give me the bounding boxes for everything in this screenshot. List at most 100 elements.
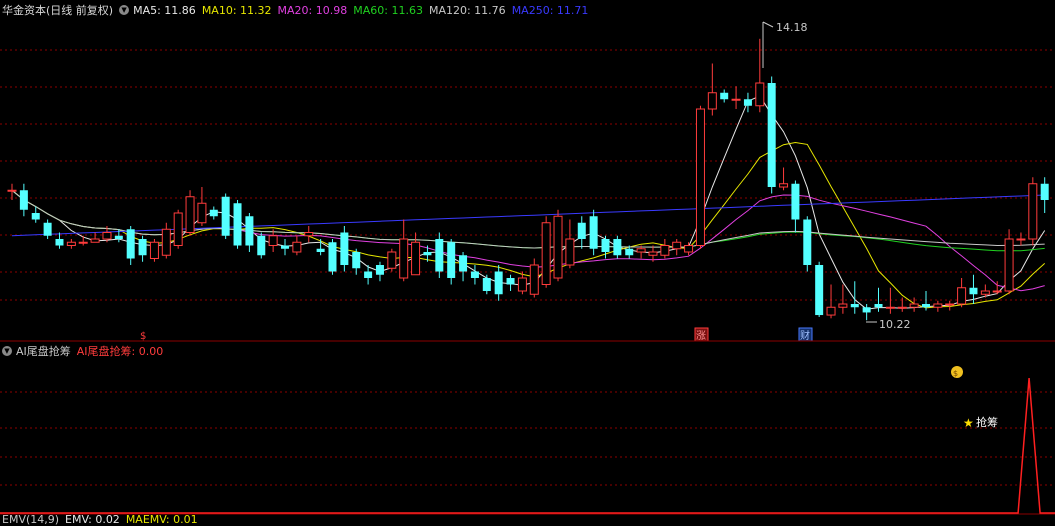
candle — [447, 239, 456, 285]
candle-body — [850, 304, 859, 308]
candle — [743, 92, 752, 113]
ma120-legend: MA120: 11.76 — [428, 3, 506, 17]
candle — [185, 190, 195, 236]
candle-body — [316, 248, 325, 252]
candle-body — [281, 245, 290, 249]
candle-body — [185, 196, 195, 233]
candle-body — [577, 222, 586, 239]
indicator-header: ▼ AI尾盘抢筹 AI尾盘抢筹: 0.00 — [2, 342, 169, 360]
grid-lines — [0, 49, 1055, 486]
limit-up-marker[interactable]: 涨 — [696, 330, 706, 342]
stock-chart[interactable]: 14.18 10.22 $ 涨 财 $ ★ 抢筹 — [0, 0, 1055, 524]
candle-body — [31, 213, 40, 220]
candle-body — [909, 303, 919, 308]
star-icon: ★ — [963, 416, 974, 430]
candle-body — [245, 216, 254, 246]
candle — [19, 183, 28, 217]
dropdown-icon[interactable]: ▼ — [2, 346, 12, 356]
candle — [589, 209, 598, 256]
candle — [684, 242, 694, 256]
candle — [43, 219, 52, 239]
candle-body — [755, 82, 765, 107]
candle-body — [921, 304, 930, 308]
candle — [541, 216, 551, 288]
indicator-title[interactable]: AI尾盘抢筹 — [16, 343, 71, 359]
candle-body — [636, 248, 646, 253]
candle-body — [720, 92, 729, 100]
main-chart-header: 华金资本(日线 前复权) ▼ MA5: 11.86 MA10: 11.32 MA… — [2, 1, 594, 19]
candle-body — [969, 287, 978, 295]
candle — [529, 258, 539, 298]
candle-body — [1016, 238, 1026, 241]
candle-body — [447, 242, 456, 278]
candle — [328, 239, 337, 275]
candle-body — [791, 183, 800, 220]
candle-body — [102, 232, 112, 240]
candle — [233, 200, 242, 249]
candle-body — [55, 239, 64, 246]
candle-body — [660, 245, 670, 256]
candle-body — [1028, 183, 1038, 240]
candle-body — [387, 251, 397, 269]
indicator-spike-line — [0, 377, 1055, 514]
candle-body — [815, 265, 824, 316]
candle — [138, 235, 147, 262]
candle — [66, 239, 76, 249]
candle-body — [435, 239, 444, 272]
candle — [149, 239, 159, 262]
candle-body — [268, 235, 278, 246]
candle — [352, 248, 361, 275]
candle — [399, 219, 409, 282]
candle-body — [957, 287, 967, 305]
candle — [257, 232, 266, 259]
candle — [720, 89, 729, 103]
candle-body — [328, 242, 337, 272]
candle-body — [304, 232, 314, 237]
ma60-legend: MA60: 11.63 — [353, 3, 423, 17]
candle — [435, 232, 444, 278]
candle-body — [352, 252, 361, 269]
candle — [613, 235, 622, 259]
ma20-legend: MA20: 10.98 — [277, 3, 348, 17]
candle-body — [613, 239, 622, 256]
moving-average-lines — [11, 95, 1046, 310]
candle-body — [743, 99, 752, 106]
candle-body — [565, 238, 575, 266]
candle — [31, 206, 40, 223]
candle-body — [945, 303, 955, 306]
candle — [838, 284, 848, 314]
candle-body — [423, 252, 432, 256]
candle — [672, 239, 682, 256]
candle-body — [767, 83, 776, 187]
candle — [316, 239, 325, 256]
candle-body — [470, 271, 479, 278]
dividend-marker[interactable]: $ — [140, 331, 146, 342]
candle — [553, 209, 563, 282]
candle — [779, 167, 789, 191]
candle-body — [292, 241, 302, 253]
candle-body — [459, 255, 468, 272]
candle-body — [731, 98, 741, 101]
financial-report-marker[interactable]: 财 — [800, 329, 810, 342]
candle-body — [826, 306, 836, 316]
ma10-legend: MA10: 11.32 — [201, 3, 272, 17]
candle — [577, 216, 586, 249]
dropdown-icon[interactable]: ▼ — [119, 5, 130, 15]
candle — [387, 248, 397, 272]
candle-body — [138, 239, 147, 256]
candle — [482, 274, 491, 295]
candle — [731, 86, 741, 109]
ma5-line — [11, 95, 1046, 310]
candle-body — [233, 203, 242, 246]
candle — [815, 261, 824, 317]
candle-body — [126, 229, 135, 259]
candle-body — [161, 228, 171, 256]
candle — [90, 232, 100, 243]
candle-body — [695, 108, 705, 246]
candle — [494, 265, 503, 301]
candle-body — [66, 241, 76, 246]
candle-body — [114, 235, 123, 239]
candle-body — [90, 238, 100, 243]
candle — [281, 239, 290, 256]
low-price-label: 10.22 — [879, 318, 911, 331]
